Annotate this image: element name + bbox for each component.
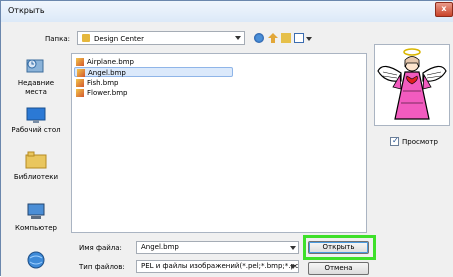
chevron-down-icon[interactable] — [290, 246, 296, 250]
lookin-value: Design Center — [94, 35, 144, 43]
place-network[interactable] — [1, 248, 71, 276]
place-libraries[interactable]: Библиотеки — [1, 148, 71, 184]
lookin-select[interactable]: Design Center — [77, 31, 245, 45]
view-menu-chevron-icon[interactable] — [306, 37, 312, 41]
lookin-label: Папка: — [45, 35, 71, 43]
filetype-select[interactable]: PEL и файлы изображений(*.pel;*.bmp;*.pc… — [136, 260, 299, 273]
file-item-airplane[interactable]: Airplane.bmp — [76, 57, 236, 67]
place-desktop-label: Рабочий стол — [11, 126, 61, 134]
view-menu-icon[interactable] — [294, 33, 304, 43]
filename-field[interactable]: Angel.bmp — [136, 241, 299, 254]
new-folder-icon[interactable] — [281, 33, 291, 43]
preview-label: Просмотр — [402, 138, 438, 146]
computer-icon — [27, 203, 45, 219]
places-bar: Недавние места Рабочий стол Библиотеки К… — [1, 52, 71, 277]
place-recent[interactable]: Недавние места — [1, 54, 71, 98]
bitmap-file-icon — [77, 69, 85, 77]
title-bar: Открыть x — [1, 1, 453, 23]
place-libraries-label: Библиотеки — [13, 173, 59, 181]
file-item-angel[interactable]: Angel.bmp — [74, 67, 233, 77]
bitmap-file-icon — [76, 89, 84, 97]
filetype-label: Тип файлов: — [79, 263, 125, 271]
place-desktop[interactable]: Рабочий стол — [1, 104, 71, 138]
libraries-icon — [25, 151, 47, 169]
place-recent-label: Недавние места — [17, 79, 55, 96]
preview-pane — [374, 44, 450, 126]
bitmap-file-icon — [76, 58, 84, 66]
preview-checkbox[interactable]: ✓ — [390, 136, 399, 146]
place-computer[interactable]: Компьютер — [1, 200, 71, 234]
place-computer-label: Компьютер — [15, 224, 57, 232]
file-name: Fish.bmp — [87, 79, 119, 87]
file-item-flower[interactable]: Flower.bmp — [76, 88, 236, 98]
desktop-icon — [26, 107, 46, 123]
bitmap-file-icon — [76, 79, 84, 87]
file-name: Airplane.bmp — [87, 58, 134, 66]
folder-icon — [82, 34, 90, 42]
close-button[interactable]: x — [435, 2, 453, 17]
file-list[interactable]: Airplane.bmp Angel.bmp Fish.bmp Flower.b… — [71, 53, 367, 233]
angel-preview-image — [377, 48, 447, 120]
file-item-fish[interactable]: Fish.bmp — [76, 78, 236, 88]
open-button[interactable]: Открыть — [308, 241, 369, 254]
network-icon — [27, 251, 45, 269]
chevron-down-icon[interactable] — [290, 265, 296, 269]
recent-places-icon — [26, 59, 44, 73]
back-icon[interactable] — [254, 33, 264, 43]
file-name: Angel.bmp — [88, 69, 126, 77]
open-dialog: Открыть x Папка: Design Center Недавние … — [0, 0, 453, 277]
file-name: Flower.bmp — [87, 89, 128, 97]
close-icon: x — [441, 4, 447, 13]
checkmark-icon: ✓ — [392, 136, 399, 145]
filename-label: Имя файла: — [79, 244, 122, 252]
cancel-button[interactable]: Отмена — [308, 262, 369, 275]
chevron-down-icon — [235, 36, 241, 40]
dialog-title: Открыть — [8, 6, 45, 15]
